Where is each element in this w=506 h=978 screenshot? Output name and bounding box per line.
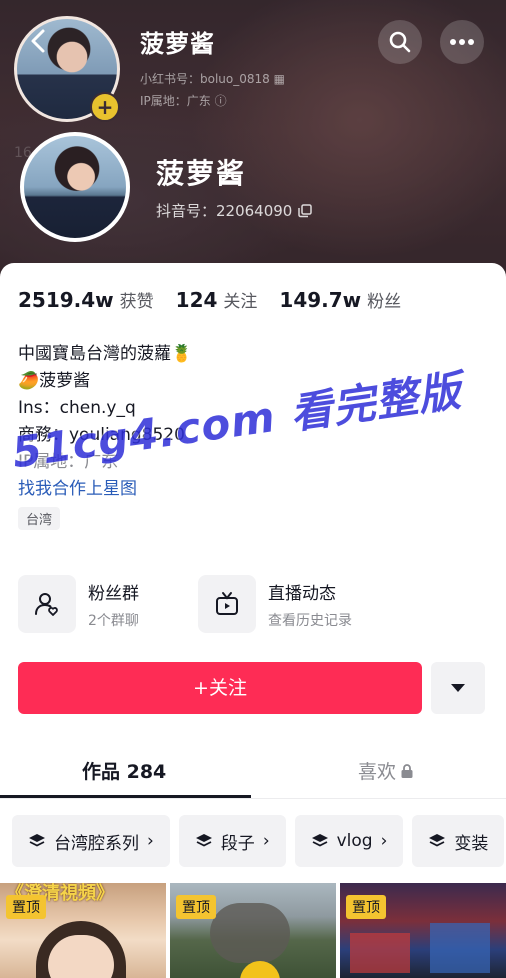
collection-chip[interactable]: vlog ›	[294, 815, 404, 867]
live-tv-icon	[216, 592, 238, 615]
bio-line: 🥭菠萝酱	[18, 371, 91, 391]
layers-icon	[195, 834, 212, 847]
back-arrow-icon[interactable]	[24, 26, 54, 56]
search-icon	[389, 31, 411, 53]
bio-line: 中國寶島台灣的菠蘿🍍	[18, 344, 193, 364]
active-tab-indicator	[0, 795, 251, 798]
douyin-id: 抖音号：22064090	[156, 200, 313, 221]
lock-icon	[401, 763, 413, 778]
collection-chips: 台湾腔系列 › 段子 › vlog › 变装	[12, 815, 505, 867]
chevron-right-icon: ›	[147, 831, 154, 851]
video-thumbnail[interactable]: 置顶	[340, 883, 506, 978]
profile-avatar[interactable]	[20, 132, 130, 242]
video-thumbnail[interactable]: 《澄清視頻》 置顶	[0, 883, 166, 978]
collapsed-ip: IP属地：广东 ⓘ	[140, 94, 227, 108]
qr-code-icon: ▦	[273, 72, 285, 86]
tab-likes[interactable]: 喜欢	[358, 757, 414, 784]
content-tabs: 作品 284 喜欢	[0, 751, 506, 799]
location-tag[interactable]: 台湾	[18, 507, 61, 530]
collection-chip[interactable]: 变装	[412, 815, 505, 867]
likes-stat[interactable]: 2519.4w 获赞	[18, 287, 154, 312]
layers-icon	[429, 834, 446, 847]
caret-down-icon	[451, 684, 465, 692]
info-icon: ⓘ	[214, 94, 227, 108]
fan-group-entry[interactable]: 粉丝群 2个群聊	[18, 575, 139, 633]
profile-header-background: 16 竹 + 菠萝酱 小红书号：boluo_0818 ▦ IP属地：广东 ⓘ 菠…	[0, 0, 506, 290]
add-friend-icon[interactable]: +	[90, 92, 120, 122]
chevron-right-icon: ›	[262, 831, 270, 851]
live-history-entry[interactable]: 直播动态 查看历史记录	[198, 575, 352, 633]
chevron-right-icon: ›	[380, 831, 388, 851]
xiaohongshu-id: 小红书号：boluo_0818 ▦	[140, 72, 285, 86]
search-button[interactable]	[378, 20, 422, 64]
pinned-badge: 置顶	[176, 895, 216, 919]
profile-stats: 2519.4w 获赞 124 关注 149.7w 粉丝	[18, 287, 401, 312]
fan-group-icon	[35, 593, 58, 616]
pinned-badge: 置顶	[346, 895, 386, 919]
video-grid: 《澄清視頻》 置顶 置顶 置顶	[0, 883, 506, 978]
followers-stat[interactable]: 149.7w 粉丝	[279, 287, 401, 312]
follow-button[interactable]: +关注	[18, 662, 422, 714]
pinned-badge: 置顶	[6, 895, 46, 919]
layers-icon	[29, 834, 45, 847]
more-options-button[interactable]	[440, 20, 484, 64]
more-dots-icon	[450, 39, 474, 45]
collection-chip[interactable]: 段子 ›	[178, 815, 286, 867]
collapsed-name: 菠萝酱	[140, 30, 215, 58]
collection-chip[interactable]: 台湾腔系列 ›	[12, 815, 170, 867]
cooperation-link[interactable]: 找我合作上星图	[18, 476, 192, 503]
dropdown-button[interactable]	[431, 662, 485, 714]
tab-works[interactable]: 作品 284	[82, 757, 166, 784]
following-stat[interactable]: 124 关注	[176, 287, 258, 312]
copy-icon[interactable]	[298, 203, 313, 218]
profile-name: 菠萝酱	[156, 157, 247, 190]
layers-icon	[311, 834, 328, 847]
video-thumbnail[interactable]: 置顶	[170, 883, 336, 978]
